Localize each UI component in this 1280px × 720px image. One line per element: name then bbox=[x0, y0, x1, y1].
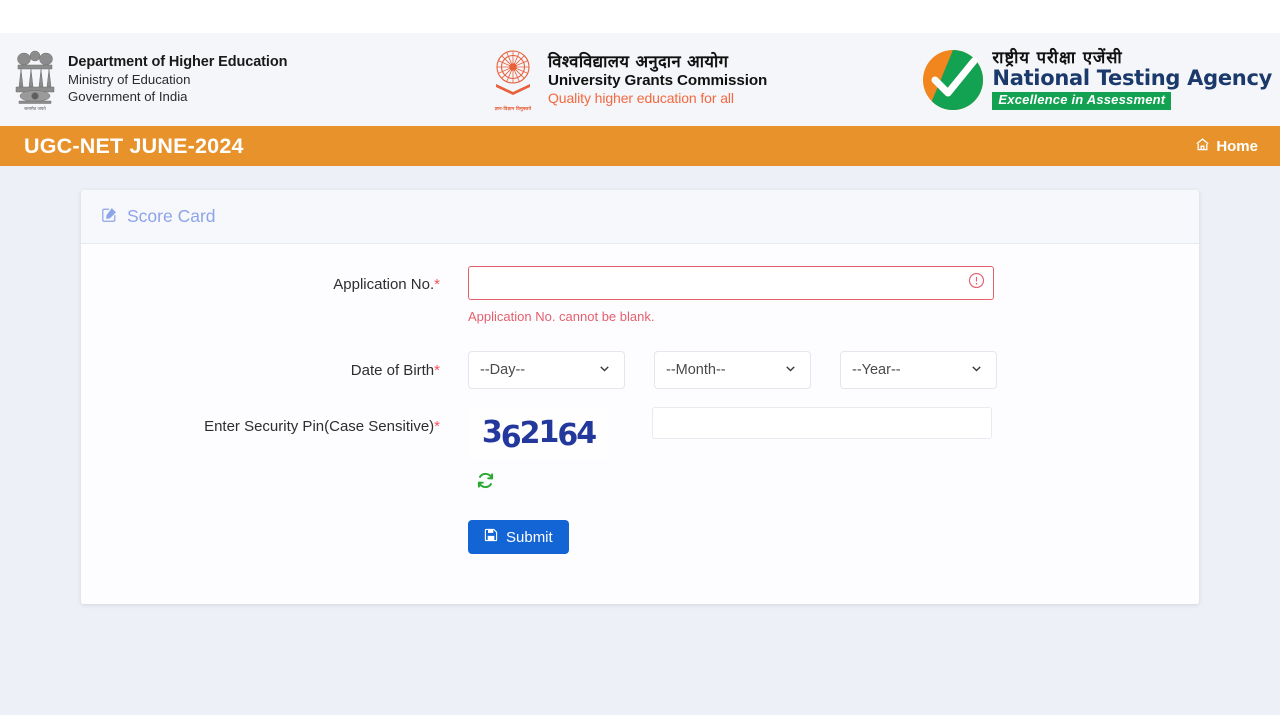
application-no-row: Application No.* Application No. cannot … bbox=[81, 266, 1199, 324]
captcha-digit: 2 bbox=[519, 416, 541, 451]
header-logo-band: सत्यमेव जयते Department of Higher Educat… bbox=[0, 33, 1280, 126]
captcha-digit: 6 bbox=[500, 420, 522, 455]
chevron-down-icon bbox=[598, 362, 611, 379]
ugc-emblem-icon: ज्ञान-विज्ञान विमुक्तये bbox=[487, 48, 539, 112]
home-link-label: Home bbox=[1216, 137, 1258, 155]
security-pin-input[interactable] bbox=[652, 407, 992, 439]
nta-logo: राष्ट्रीय परीक्षा एजेंसी National Testin… bbox=[922, 49, 1272, 111]
nta-tagline: Excellence in Assessment bbox=[992, 92, 1172, 110]
score-card-form: Application No.* Application No. cannot … bbox=[81, 244, 1199, 604]
chevron-down-icon bbox=[970, 362, 983, 379]
captcha-digit: 4 bbox=[576, 416, 597, 451]
dob-day-value: --Day-- bbox=[480, 362, 526, 378]
captcha-text: 362164 bbox=[481, 415, 597, 455]
ugc-emblem-caption: ज्ञान-विज्ञान विमुक्तये bbox=[494, 105, 532, 111]
dhe-title-line3: Government of India bbox=[68, 88, 188, 104]
nta-check-circle-icon bbox=[922, 49, 984, 111]
score-card-panel: Score Card Application No.* Application … bbox=[81, 190, 1199, 604]
national-emblem-icon: सत्यमेव जयते bbox=[12, 47, 58, 113]
svg-text:सत्यमेव जयते: सत्यमेव जयते bbox=[24, 106, 46, 112]
dob-year-value: --Year-- bbox=[852, 362, 901, 378]
ugc-tagline: Quality higher education for all bbox=[548, 90, 734, 107]
date-of-birth-label-text: Date of Birth bbox=[350, 362, 435, 379]
nta-english-title: National Testing Agency bbox=[992, 66, 1272, 91]
page-background: Score Card Application No.* Application … bbox=[0, 166, 1280, 715]
dob-year-select[interactable]: --Year-- bbox=[840, 351, 997, 389]
submit-button[interactable]: Submit bbox=[468, 520, 569, 554]
top-white-strip bbox=[0, 0, 1280, 33]
edit-square-icon bbox=[101, 206, 118, 228]
dob-month-select[interactable]: --Month-- bbox=[654, 351, 811, 389]
application-no-label: Application No.* bbox=[81, 266, 468, 293]
dept-higher-education-logo: सत्यमेव जयते Department of Higher Educat… bbox=[12, 47, 287, 113]
captcha-image: 362164 bbox=[468, 407, 609, 460]
save-icon bbox=[484, 528, 498, 546]
main-navbar: UGC-NET JUNE-2024 Home bbox=[0, 126, 1280, 166]
home-link[interactable]: Home bbox=[1195, 137, 1258, 156]
date-of-birth-label: Date of Birth* bbox=[81, 351, 468, 379]
security-pin-label-text: Enter Security Pin(Case Sensitive) bbox=[204, 418, 435, 435]
exam-title: UGC-NET JUNE-2024 bbox=[24, 133, 244, 158]
home-icon bbox=[1195, 137, 1210, 156]
dob-month-value: --Month-- bbox=[666, 362, 726, 378]
captcha-digit: 1 bbox=[538, 415, 560, 450]
security-pin-required-mark: * bbox=[434, 418, 440, 435]
refresh-captcha-icon[interactable] bbox=[476, 471, 496, 495]
application-no-required-mark: * bbox=[434, 276, 440, 293]
application-no-error: Application No. cannot be blank. bbox=[468, 309, 655, 324]
date-of-birth-required-mark: * bbox=[434, 362, 440, 379]
security-pin-label: Enter Security Pin(Case Sensitive)* bbox=[81, 407, 468, 435]
application-no-input-wrap bbox=[468, 266, 994, 300]
score-card-title: Score Card bbox=[127, 206, 216, 226]
captcha-digit: 3 bbox=[481, 415, 503, 450]
date-of-birth-row: Date of Birth* --Day-- --Month-- --Year-… bbox=[81, 351, 1199, 389]
application-no-input[interactable] bbox=[468, 266, 994, 300]
score-card-header: Score Card bbox=[81, 190, 1199, 244]
submit-button-label: Submit bbox=[506, 528, 553, 546]
dob-day-select[interactable]: --Day-- bbox=[468, 351, 625, 389]
application-no-label-text: Application No. bbox=[333, 276, 435, 293]
dhe-title-line1: Department of Higher Education bbox=[68, 54, 288, 71]
ugc-logo: ज्ञान-विज्ञान विमुक्तये विश्वविद्यालय अन… bbox=[487, 48, 767, 112]
security-pin-row: Enter Security Pin(Case Sensitive)* 3621… bbox=[81, 407, 1199, 554]
captcha-digit: 6 bbox=[557, 418, 578, 453]
dhe-title-line2: Ministry of Education bbox=[68, 71, 191, 87]
ugc-hindi-title: विश्वविद्यालय अनुदान आयोग bbox=[548, 51, 729, 71]
chevron-down-icon bbox=[784, 362, 797, 379]
ugc-english-title: University Grants Commission bbox=[548, 71, 768, 89]
nta-hindi-title: राष्ट्रीय परीक्षा एजेंसी bbox=[992, 48, 1123, 68]
submit-row: Submit bbox=[468, 520, 1199, 554]
